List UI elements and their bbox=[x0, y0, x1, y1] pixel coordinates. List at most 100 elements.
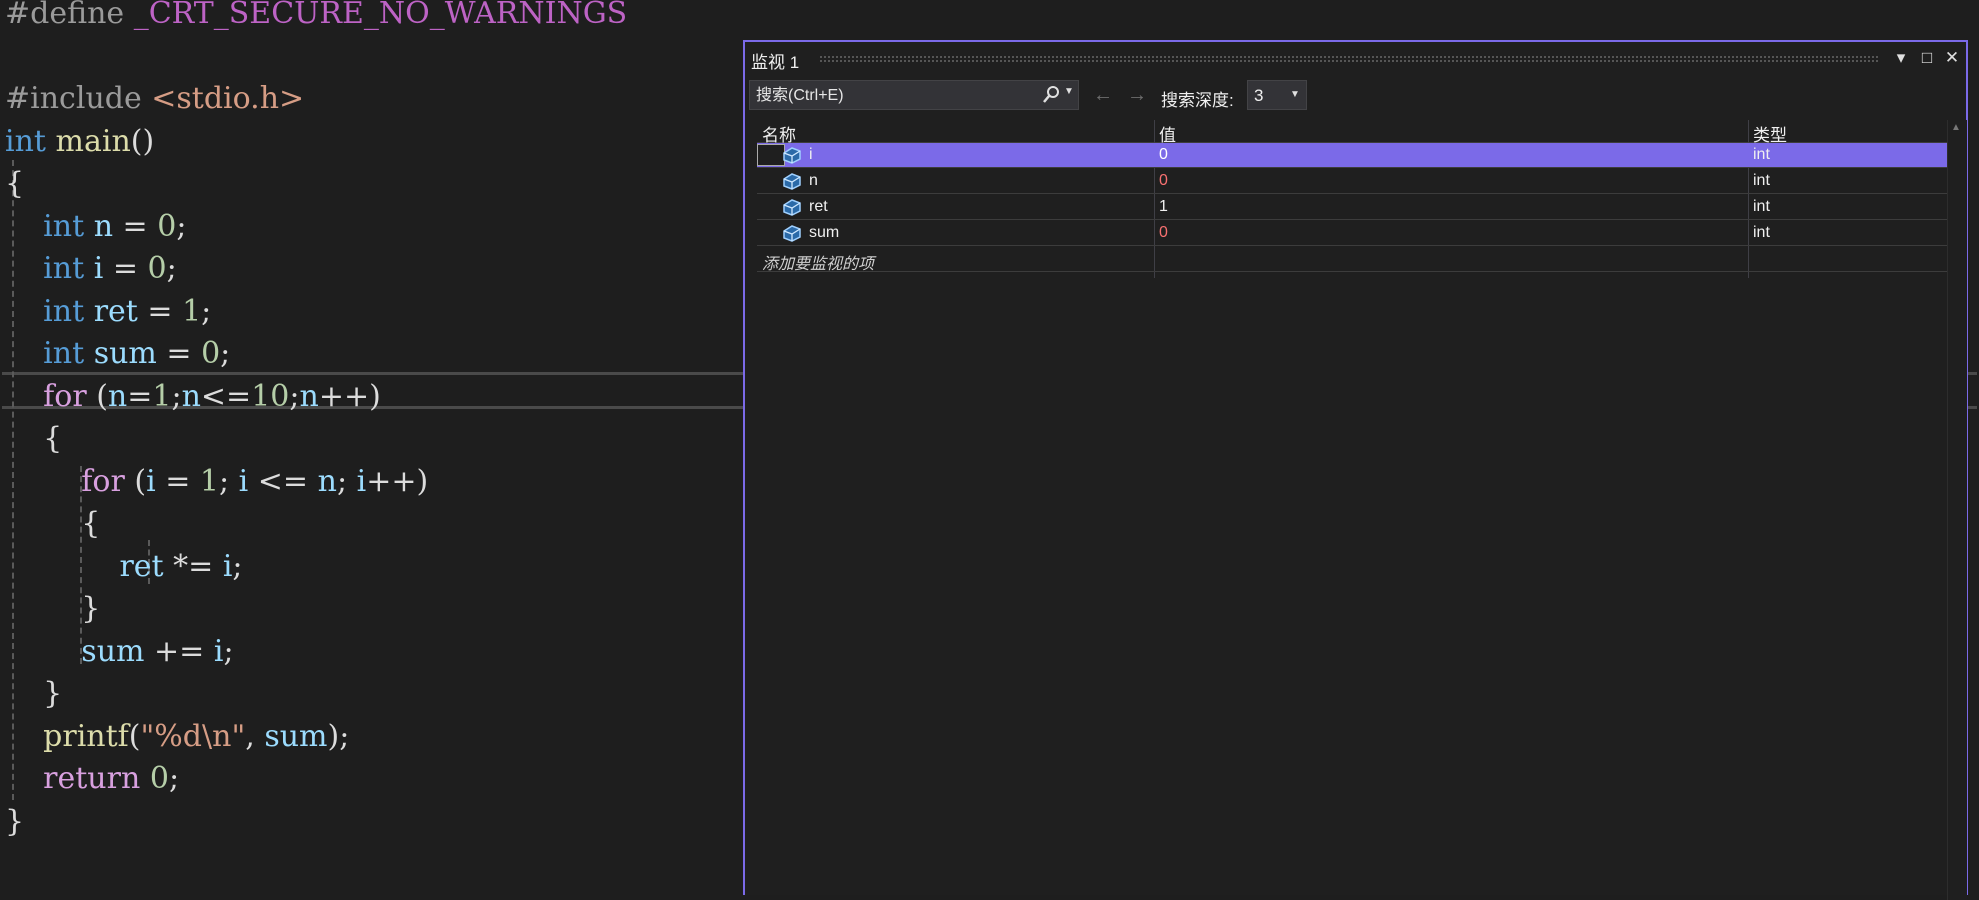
code-token: sum bbox=[81, 633, 145, 669]
search-input[interactable] bbox=[754, 83, 1028, 109]
code-line[interactable]: } bbox=[5, 803, 24, 841]
code-line[interactable]: } bbox=[5, 675, 62, 713]
code-token: int bbox=[43, 251, 85, 286]
code-line[interactable]: #include <stdio.h> bbox=[5, 80, 304, 118]
variable-icon bbox=[781, 171, 803, 191]
code-token: ); bbox=[327, 718, 350, 754]
window-dropdown-button[interactable]: ▾ bbox=[1891, 47, 1911, 69]
close-button[interactable]: ✕ bbox=[1942, 47, 1962, 69]
code-token: 1 bbox=[199, 463, 219, 499]
code-line[interactable]: { bbox=[5, 505, 100, 543]
code-token: ++) bbox=[366, 463, 429, 499]
code-token: 1 bbox=[182, 293, 202, 329]
code-line[interactable]: return 0; bbox=[5, 760, 179, 798]
code-token: main bbox=[55, 123, 131, 159]
code-line[interactable]: } bbox=[5, 590, 100, 628]
chevron-down-icon: ▼ bbox=[1290, 89, 1300, 100]
code-token: ; bbox=[223, 633, 234, 669]
add-watch-row[interactable]: 添加要监视的项 bbox=[757, 247, 1953, 274]
code-token: = bbox=[137, 293, 183, 329]
back-arrow-icon[interactable]: ← bbox=[1093, 84, 1113, 107]
search-options-chevron-icon[interactable]: ▼ bbox=[1064, 86, 1074, 97]
search-box[interactable]: ▼ bbox=[749, 80, 1079, 110]
watch-value[interactable]: 1 bbox=[1159, 198, 1168, 216]
search-depth-select[interactable]: 3 ▼ bbox=[1247, 80, 1307, 110]
code-token: () bbox=[130, 123, 155, 159]
code-token: ( bbox=[86, 378, 108, 414]
code-line[interactable]: for (i = 1; i <= n; i++) bbox=[5, 463, 428, 501]
code-token: ret bbox=[93, 293, 138, 329]
maximize-button[interactable]: □ bbox=[1917, 47, 1937, 69]
code-token: printf bbox=[43, 718, 129, 754]
code-line[interactable]: int ret = 1; bbox=[5, 293, 211, 331]
scrollbar-track bbox=[1947, 120, 1948, 900]
code-token: _CRT_SECURE_NO_WARNINGS bbox=[133, 0, 628, 31]
watch-name[interactable]: i bbox=[809, 146, 813, 164]
code-token: n bbox=[107, 378, 128, 414]
code-token: for bbox=[81, 463, 125, 499]
watch-value[interactable]: 0 bbox=[1159, 172, 1168, 190]
watch-name[interactable]: n bbox=[809, 172, 818, 190]
code-line[interactable]: int i = 0; bbox=[5, 250, 177, 288]
code-token: , bbox=[245, 718, 265, 754]
variable-icon bbox=[781, 197, 803, 217]
add-watch-item-text[interactable]: 添加要监视的项 bbox=[762, 250, 874, 274]
code-line[interactable]: sum += i; bbox=[5, 633, 234, 671]
grid-header: 名称 值 类型 bbox=[757, 120, 1953, 145]
watch-title: 监视 1 bbox=[751, 53, 800, 72]
watch-name[interactable]: sum bbox=[809, 224, 839, 242]
code-line[interactable]: #define _CRT_SECURE_NO_WARNINGS bbox=[5, 0, 627, 33]
code-line[interactable]: int sum = 0; bbox=[5, 335, 230, 373]
watch-window[interactable]: 监视 1 ▾ □ ✕ ▼ ← → 搜索深度: 3 ▼ 名称 值 类型 bbox=[743, 40, 1968, 900]
code-line[interactable]: int main() bbox=[5, 123, 154, 161]
vertical-scrollbar[interactable]: ▲ bbox=[1947, 120, 1967, 900]
code-token: } bbox=[5, 676, 63, 711]
search-icon[interactable] bbox=[1040, 85, 1062, 105]
code-token: i bbox=[146, 463, 156, 499]
code-line[interactable]: { bbox=[5, 420, 62, 458]
watch-type: int bbox=[1753, 198, 1770, 215]
drag-grip[interactable] bbox=[819, 55, 1879, 63]
watch-row[interactable]: sum 0 int bbox=[757, 221, 1953, 246]
code-token: ; bbox=[201, 293, 212, 329]
watch-title-bar[interactable]: 监视 1 ▾ □ ✕ bbox=[745, 42, 1966, 76]
scroll-up-icon[interactable]: ▲ bbox=[1951, 122, 1961, 133]
forward-arrow-icon[interactable]: → bbox=[1127, 84, 1147, 107]
code-token: int bbox=[43, 208, 85, 244]
watch-name[interactable]: ret bbox=[809, 198, 828, 216]
watch-type: int bbox=[1753, 172, 1770, 189]
code-token: i bbox=[238, 463, 249, 499]
code-line[interactable]: printf("%d\n", sum); bbox=[5, 718, 349, 756]
code-token: 0 bbox=[157, 208, 177, 244]
code-token: 10 bbox=[251, 378, 290, 414]
code-token: <= bbox=[200, 378, 252, 414]
watch-row[interactable]: ret 1 int bbox=[757, 195, 1953, 220]
code-line[interactable]: int n = 0; bbox=[5, 208, 186, 246]
code-token: ; bbox=[232, 548, 243, 584]
code-token: i bbox=[93, 251, 104, 286]
watch-value[interactable]: 0 bbox=[1159, 146, 1168, 164]
variable-icon bbox=[781, 145, 803, 165]
code-token: ; bbox=[166, 251, 177, 286]
code-token: ; bbox=[176, 208, 187, 244]
code-token: = bbox=[113, 208, 158, 244]
code-line[interactable]: for (n=1;n<=10;n++) bbox=[5, 378, 381, 416]
code-token: int bbox=[43, 336, 85, 371]
code-token: = bbox=[155, 463, 200, 499]
code-token: 1 bbox=[152, 378, 172, 414]
watch-row[interactable]: n 0 int bbox=[757, 169, 1953, 194]
code-line[interactable]: { bbox=[5, 165, 24, 203]
watch-value[interactable]: 0 bbox=[1159, 224, 1168, 242]
watch-row[interactable]: i 0 int bbox=[757, 143, 1953, 168]
code-token: ( bbox=[128, 718, 141, 754]
watch-type: int bbox=[1753, 146, 1770, 163]
code-line[interactable]: ret *= i; bbox=[5, 548, 243, 586]
